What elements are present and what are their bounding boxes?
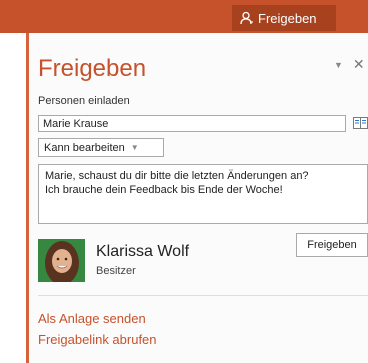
get-share-link[interactable]: Freigabelink abrufen	[38, 332, 157, 347]
owner-role: Besitzer	[96, 265, 136, 277]
owner-name: Klarissa Wolf	[96, 243, 190, 260]
avatar	[38, 239, 85, 285]
share-button[interactable]: Freigeben	[296, 233, 368, 257]
invite-name-input[interactable]: Marie Krause	[38, 115, 346, 132]
pane-title: Freigeben	[38, 55, 147, 82]
chevron-down-icon: ▼	[130, 143, 139, 152]
message-textarea[interactable]: Marie, schaust du dir bitte die letzten …	[38, 164, 368, 224]
permission-value: Kann bearbeiten	[44, 141, 125, 154]
send-attachment-link[interactable]: Als Anlage senden	[38, 311, 146, 326]
pane-controls: ▼ ✕	[334, 56, 365, 73]
close-icon[interactable]: ✕	[353, 56, 365, 73]
invite-label: Personen einladen	[38, 95, 130, 107]
permission-dropdown[interactable]: Kann bearbeiten ▼	[38, 138, 164, 157]
address-book-icon[interactable]	[353, 116, 368, 130]
pane-options-icon[interactable]: ▼	[334, 60, 343, 70]
divider	[38, 295, 368, 296]
person-icon	[240, 11, 254, 25]
share-top-label: Freigeben	[258, 10, 317, 26]
share-top-button[interactable]: Freigeben	[232, 5, 336, 31]
